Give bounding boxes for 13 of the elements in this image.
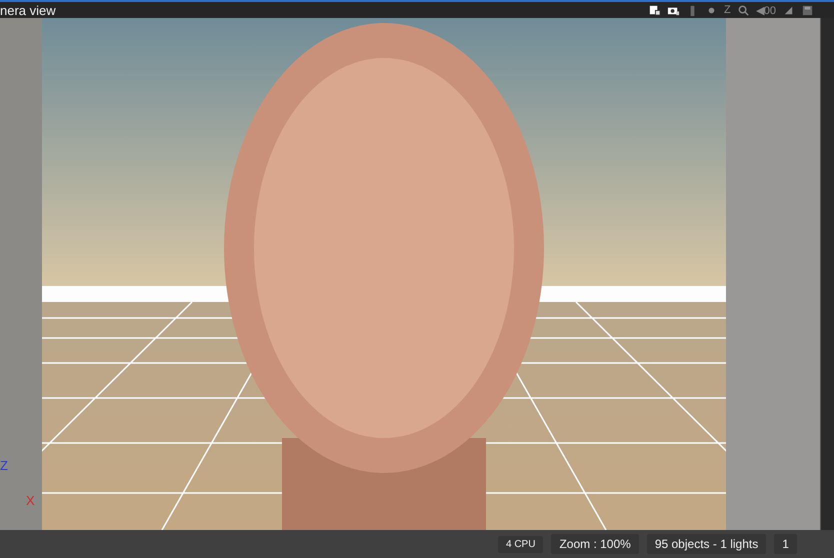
zoom-icon[interactable] xyxy=(736,4,750,16)
toolbar-button[interactable]: Z xyxy=(724,4,731,16)
axis-label: Z xyxy=(0,458,9,473)
toolbar-button[interactable]: ◀00 xyxy=(756,4,776,16)
window-title: nera view xyxy=(0,2,56,18)
status-panel: 4 CPU xyxy=(498,536,544,552)
axis-label: X xyxy=(26,493,35,508)
status-panel: 1 xyxy=(774,534,797,554)
scrollbar[interactable] xyxy=(820,18,834,530)
render-icon[interactable] xyxy=(648,4,662,16)
status-panel: 95 objects - 1 lights xyxy=(646,534,766,554)
status-panel: Zoom : 100% xyxy=(551,534,639,554)
save-icon[interactable] xyxy=(801,4,814,16)
